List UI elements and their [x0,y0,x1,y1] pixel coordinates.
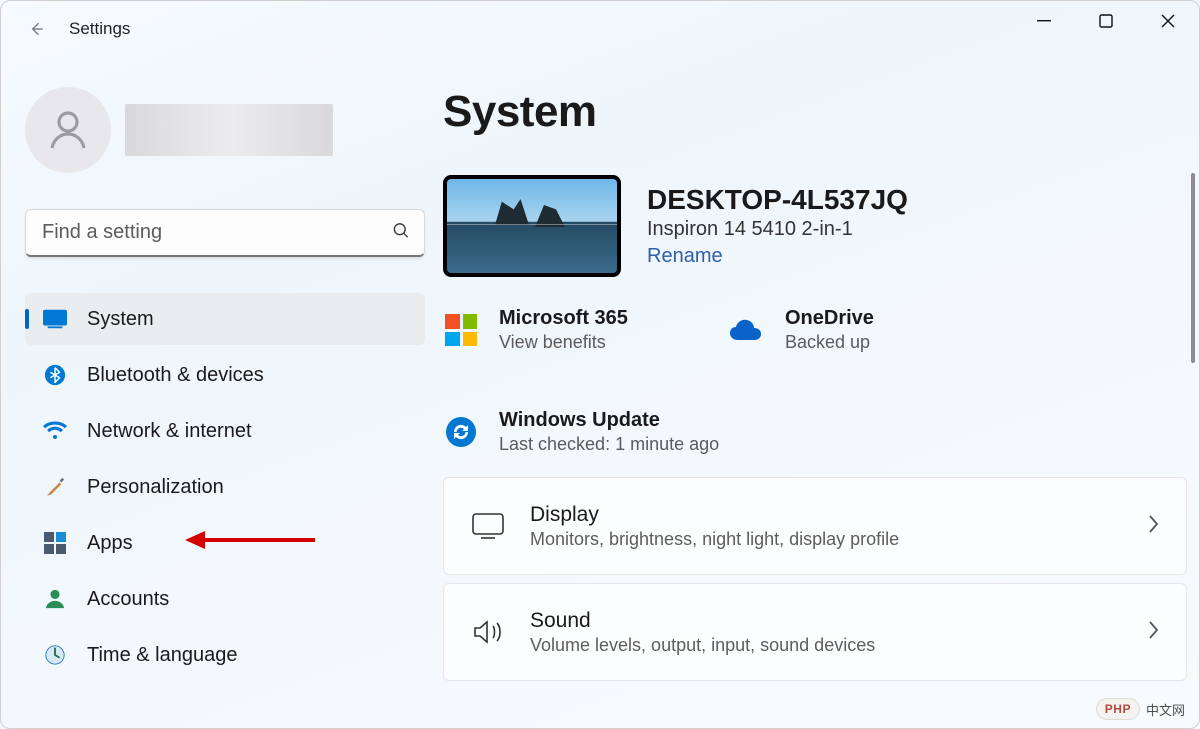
card-title: Sound [530,609,1122,633]
window-controls [1013,1,1199,41]
tile-title: Windows Update [499,409,719,432]
bluetooth-icon [43,363,67,387]
nav: System Bluetooth & devices Network & int… [25,293,425,681]
card-subtitle: Volume levels, output, input, sound devi… [530,635,1122,656]
main-content: System DESKTOP-4L537JQ Inspiron 14 5410 … [443,79,1199,728]
search-icon [391,221,411,246]
close-button[interactable] [1137,1,1199,41]
card-sound[interactable]: Sound Volume levels, output, input, soun… [443,583,1187,681]
card-display[interactable]: Display Monitors, brightness, night ligh… [443,477,1187,575]
tile-title: Microsoft 365 [499,307,628,330]
person-icon [44,106,92,154]
search-wrap [25,209,425,257]
device-block: DESKTOP-4L537JQ Inspiron 14 5410 2-in-1 … [443,175,1187,277]
device-info: DESKTOP-4L537JQ Inspiron 14 5410 2-in-1 … [647,184,908,268]
avatar [25,87,111,173]
back-button[interactable] [13,6,59,52]
sidebar-item-system[interactable]: System [25,293,425,345]
sidebar: System Bluetooth & devices Network & int… [1,79,443,728]
wifi-icon [43,419,67,443]
sidebar-item-label: Personalization [87,476,224,499]
scrollbar-thumb[interactable] [1191,173,1195,363]
close-icon [1161,14,1175,28]
search-input[interactable] [25,209,425,257]
card-title: Display [530,503,1122,527]
sidebar-item-personalization[interactable]: Personalization [25,461,425,513]
profile-name-placeholder [125,104,333,156]
maximize-button[interactable] [1075,1,1137,41]
sound-icon [470,614,506,650]
maximize-icon [1099,14,1113,28]
tile-onedrive[interactable]: OneDrive Backed up [729,307,959,353]
paintbrush-icon [43,475,67,499]
app-title: Settings [69,19,130,39]
device-model: Inspiron 14 5410 2-in-1 [647,218,908,241]
sidebar-item-bluetooth[interactable]: Bluetooth & devices [25,349,425,401]
sidebar-item-label: Accounts [87,588,169,611]
accounts-icon [43,587,67,611]
tile-title: OneDrive [785,307,874,330]
tile-microsoft-365[interactable]: Microsoft 365 View benefits [443,307,673,353]
sidebar-item-apps[interactable]: Apps [25,517,425,569]
card-subtitle: Monitors, brightness, night light, displ… [530,529,1122,550]
minimize-icon [1037,14,1051,28]
microsoft-365-icon [443,312,479,348]
clock-globe-icon [43,643,67,667]
layout: System Bluetooth & devices Network & int… [1,79,1199,728]
chevron-right-icon [1146,513,1160,540]
windows-update-icon [443,414,479,450]
sidebar-item-network[interactable]: Network & internet [25,405,425,457]
tile-windows-update[interactable]: Windows Update Last checked: 1 minute ag… [443,409,1187,455]
onedrive-icon [729,312,765,348]
rename-link[interactable]: Rename [647,245,908,268]
chevron-right-icon [1146,619,1160,646]
annotation-arrow-icon [185,529,315,557]
titlebar: Settings [1,1,1199,57]
minimize-button[interactable] [1013,1,1075,41]
display-icon [470,508,506,544]
sidebar-item-label: Time & language [87,644,237,667]
status-tiles: Microsoft 365 View benefits OneDrive Bac… [443,307,1187,455]
page-title: System [443,87,1187,137]
sidebar-item-label: System [87,308,154,331]
sidebar-item-accounts[interactable]: Accounts [25,573,425,625]
watermark: PHP 中文网 [1096,698,1185,720]
tile-subtitle: Last checked: 1 minute ago [499,434,719,455]
tile-subtitle: Backed up [785,332,874,353]
device-thumbnail[interactable] [443,175,621,277]
watermark-badge: PHP [1096,698,1140,720]
sidebar-item-label: Bluetooth & devices [87,364,264,387]
sidebar-item-label: Network & internet [87,420,252,443]
arrow-left-icon [26,19,46,39]
tile-subtitle: View benefits [499,332,628,353]
sidebar-item-time-language[interactable]: Time & language [25,629,425,681]
profile-block[interactable] [25,87,425,173]
device-name: DESKTOP-4L537JQ [647,184,908,216]
system-icon [43,307,67,331]
watermark-text: 中文网 [1146,700,1185,719]
sidebar-item-label: Apps [87,532,133,555]
apps-icon [43,531,67,555]
